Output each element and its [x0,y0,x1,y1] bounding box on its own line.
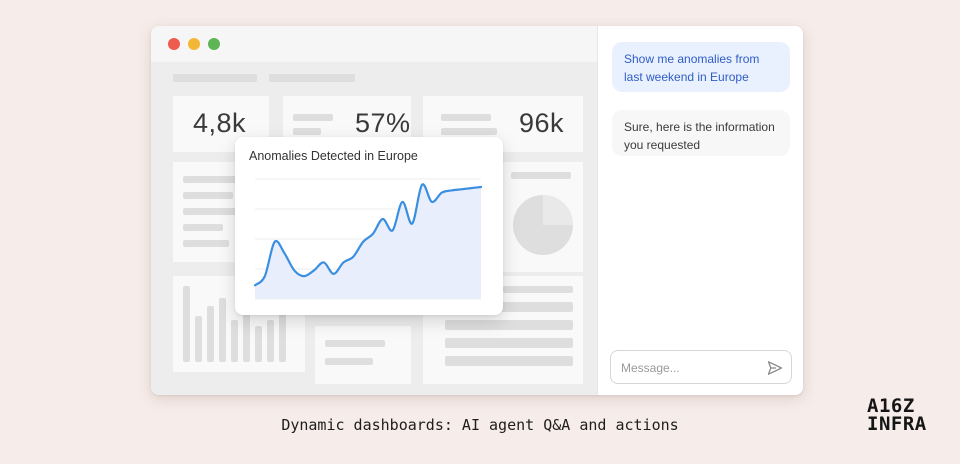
caption: Dynamic dashboards: AI agent Q&A and act… [281,416,679,434]
mini-bar [195,316,202,362]
message-input[interactable] [621,358,761,378]
placeholder-bar [183,176,243,183]
placeholder-bar [511,172,571,179]
logo-line-2: INFRA [867,413,927,435]
placeholder-bar [183,224,223,231]
mini-bar [267,320,274,362]
placeholder-bar [503,286,573,293]
chat-panel: Show me anomalies from last weekend in E… [597,26,803,395]
mini-bar [207,306,214,362]
placeholder-bar [183,192,233,199]
message-input-container [610,350,792,384]
mini-bar [219,298,226,362]
stat-value: 96k [519,108,565,138]
user-message: Show me anomalies from last weekend in E… [612,42,790,92]
pie-chart-icon [513,195,573,255]
chart-title: Anomalies Detected in Europe [249,149,418,163]
mini-bar [255,326,262,362]
a16z-infra-logo: A16Z INFRA [867,397,957,435]
send-icon[interactable] [767,360,783,376]
pie-card [503,162,583,272]
window-titlebar [151,26,597,62]
mini-bar [243,310,250,362]
chart-popup: Anomalies Detected in Europe [235,137,503,315]
placeholder-bar [173,74,257,82]
mini-bar [183,286,190,362]
placeholder-bar [293,114,333,121]
list-card [315,326,411,384]
placeholder-bar [293,128,321,135]
mini-bar [231,320,238,362]
placeholder-bar [445,320,573,330]
placeholder-bar [441,114,491,121]
placeholder-bar [441,128,497,135]
placeholder-bar [269,74,355,82]
placeholder-bar [445,356,573,366]
maximize-window-dot-icon[interactable] [208,38,220,50]
placeholder-bar [325,340,385,347]
placeholder-bar [445,338,573,348]
stat-value: 4,8k [193,108,247,138]
agent-message: Sure, here is the information you reques… [612,110,790,156]
minimize-window-dot-icon[interactable] [188,38,200,50]
placeholder-bar [183,240,229,247]
anomalies-chart [253,178,483,300]
chart-area-fill [255,184,481,299]
close-window-dot-icon[interactable] [168,38,180,50]
placeholder-bar [183,208,237,215]
mini-bar [279,314,286,362]
stat-value: 57% [355,108,411,138]
placeholder-bar [325,358,373,365]
